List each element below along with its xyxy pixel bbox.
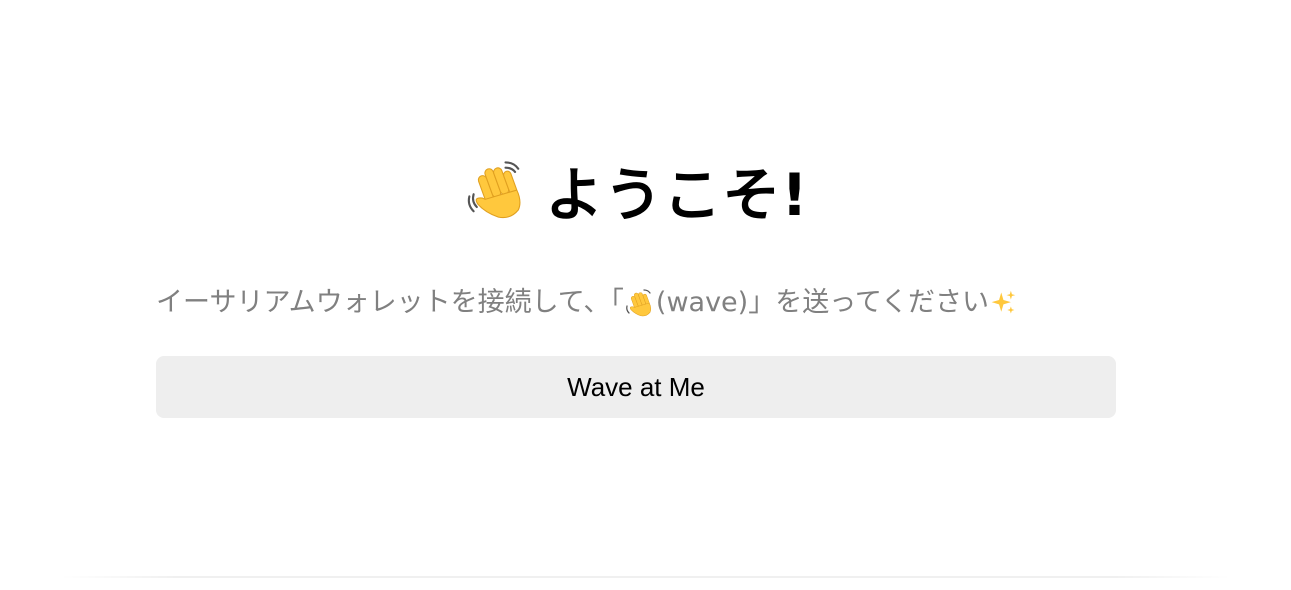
waving-hand-icon xyxy=(626,289,651,317)
page: ようこそ! イーサリアムウォレットを接続して、「 (wave)」を送ってください xyxy=(0,0,1291,590)
subtitle-text-after: (wave)」を送ってください xyxy=(655,287,990,318)
main-content: ようこそ! イーサリアムウォレットを接続して、「 (wave)」を送ってください xyxy=(156,150,1116,418)
wave-at-me-button[interactable]: Wave at Me xyxy=(156,356,1116,418)
subtitle-text-before: イーサリアムウォレットを接続して、「 xyxy=(156,287,624,318)
page-title: ようこそ! xyxy=(545,161,809,229)
sparkles-icon xyxy=(991,290,1016,314)
footer-divider xyxy=(60,576,1231,578)
page-header: ようこそ! xyxy=(156,150,1116,230)
waving-hand-icon xyxy=(468,161,521,219)
subtitle: イーサリアムウォレットを接続して、「 (wave)」を送ってください xyxy=(156,286,1116,320)
